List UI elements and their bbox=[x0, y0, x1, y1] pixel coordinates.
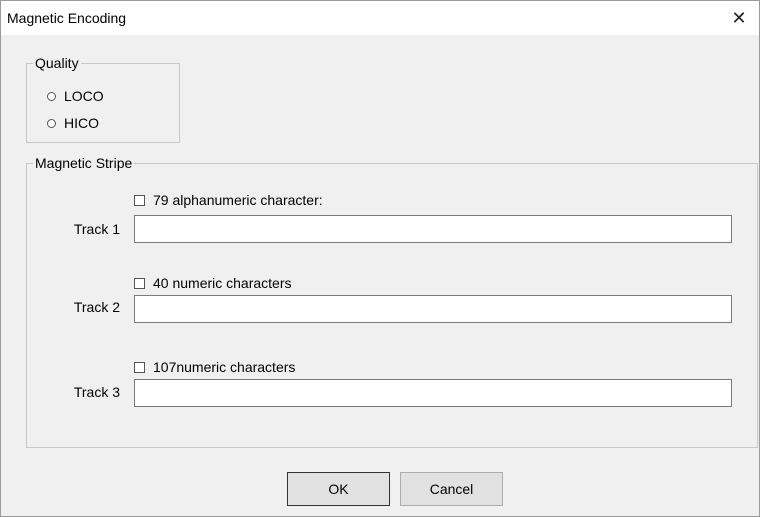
track2-checkbox[interactable]: 40 numeric characters bbox=[134, 275, 292, 291]
quality-legend: Quality bbox=[33, 54, 81, 72]
ok-button[interactable]: OK bbox=[287, 472, 390, 506]
track2-label: Track 2 bbox=[73, 299, 120, 315]
close-icon[interactable]: ✕ bbox=[719, 1, 759, 35]
checkbox-icon[interactable] bbox=[134, 277, 145, 289]
track3-checkbox[interactable]: 107numeric characters bbox=[134, 359, 295, 375]
cancel-button[interactable]: Cancel bbox=[400, 472, 503, 506]
track2-input[interactable] bbox=[134, 295, 732, 323]
track1-label: Track 1 bbox=[73, 221, 120, 237]
track1-input[interactable] bbox=[134, 215, 732, 243]
track3-checkbox-label: 107numeric characters bbox=[153, 359, 296, 375]
track1-checkbox-label: 79 alphanumeric character: bbox=[153, 192, 323, 208]
radio-loco-label: LOCO bbox=[64, 88, 104, 104]
magnetic-stripe-legend: Magnetic Stripe bbox=[33, 154, 135, 172]
track1-checkbox[interactable]: 79 alphanumeric character: bbox=[134, 192, 323, 208]
checkbox-icon[interactable] bbox=[134, 194, 145, 206]
checkbox-icon[interactable] bbox=[134, 361, 145, 373]
quality-group: Quality LOCO HICO bbox=[26, 54, 180, 143]
track3-label: Track 3 bbox=[73, 384, 120, 400]
magnetic-encoding-dialog: Magnetic Encoding ✕ Quality LOCO HICO Ma… bbox=[0, 0, 760, 517]
radio-circle-icon[interactable] bbox=[47, 118, 56, 128]
radio-hico-label: HICO bbox=[64, 115, 99, 131]
radio-circle-icon[interactable] bbox=[47, 91, 56, 101]
track3-input[interactable] bbox=[134, 379, 732, 407]
window-title: Magnetic Encoding bbox=[7, 10, 127, 26]
track2-checkbox-label: 40 numeric characters bbox=[153, 275, 292, 291]
radio-hico[interactable]: HICO bbox=[47, 115, 99, 131]
radio-loco[interactable]: LOCO bbox=[47, 88, 104, 104]
title-bar: Magnetic Encoding ✕ bbox=[1, 1, 759, 35]
